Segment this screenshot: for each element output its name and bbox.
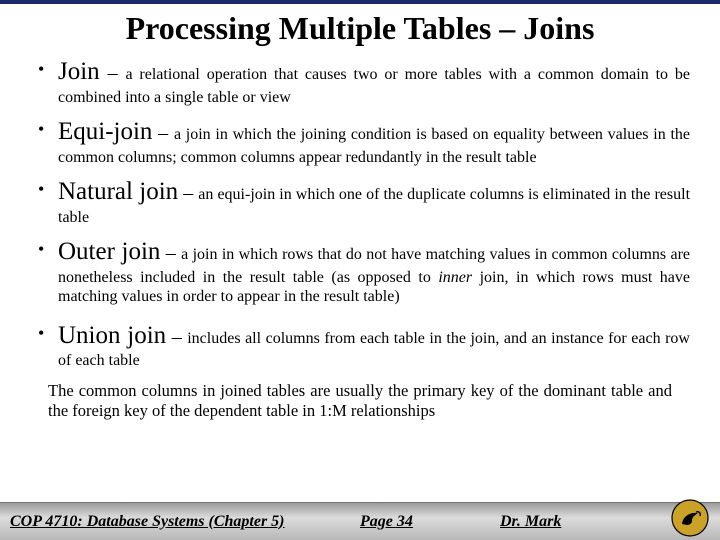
- terms-list: Join – a relational operation that cause…: [30, 57, 690, 371]
- term-def: a relational operation that causes two o…: [58, 66, 690, 106]
- term-def-em: inner: [438, 269, 472, 286]
- slide-title: Processing Multiple Tables – Joins: [30, 10, 690, 47]
- term-dash: –: [100, 62, 126, 84]
- ucf-pegasus-logo-icon: [670, 498, 710, 538]
- term-label: Union join: [58, 322, 166, 349]
- term-dash: –: [152, 122, 174, 144]
- slide-footer: COP 4710: Database Systems (Chapter 5) P…: [0, 502, 720, 540]
- term-label: Natural join: [58, 178, 178, 205]
- term-label: Equi-join: [58, 118, 152, 145]
- term-item-join: Join – a relational operation that cause…: [36, 57, 690, 107]
- footer-page: Page 34: [360, 513, 500, 531]
- term-label: Outer join: [58, 238, 160, 265]
- term-item-equi-join: Equi-join – a join in which the joining …: [36, 117, 690, 167]
- term-label: Join: [58, 58, 100, 85]
- closing-note: The common columns in joined tables are …: [30, 381, 690, 421]
- footer-author: Dr. Mark: [500, 513, 561, 531]
- term-item-union-join: Union join – includes all columns from e…: [36, 321, 690, 371]
- term-item-outer-join: Outer join – a join in which rows that d…: [36, 237, 690, 307]
- footer-course: COP 4710: Database Systems (Chapter 5): [0, 513, 360, 531]
- term-item-natural-join: Natural join – an equi-join in which one…: [36, 177, 690, 227]
- slide-body: Processing Multiple Tables – Joins Join …: [0, 4, 720, 421]
- term-dash: –: [160, 242, 181, 264]
- term-dash: –: [166, 326, 187, 348]
- term-dash: –: [178, 182, 198, 204]
